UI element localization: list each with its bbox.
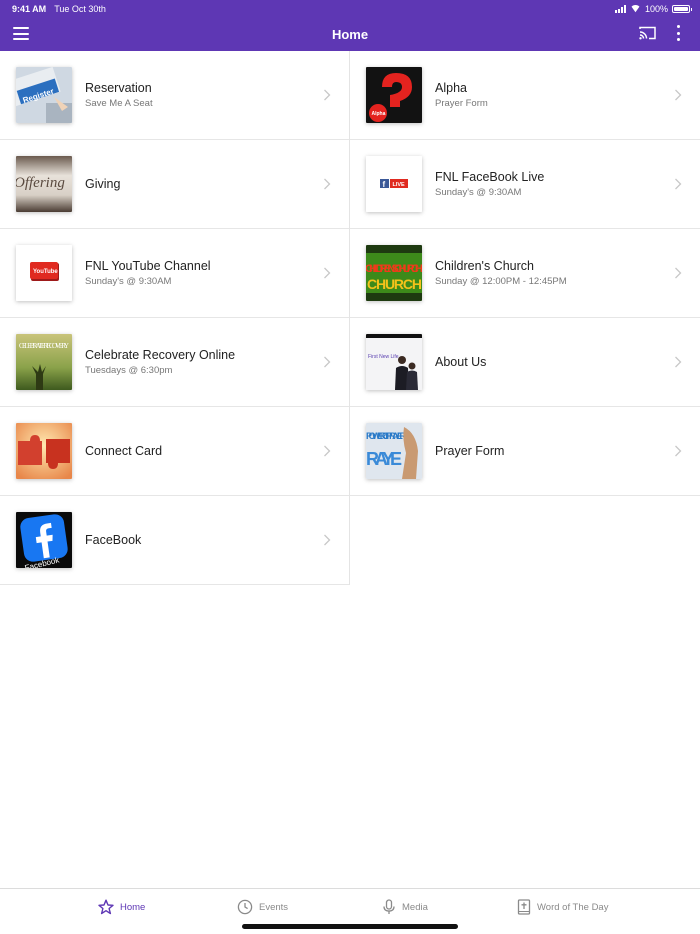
tab-word-of-the-day-label: Word of The Day bbox=[537, 901, 609, 913]
item-title: Prayer Form bbox=[435, 443, 505, 458]
svg-text:f: f bbox=[383, 180, 386, 189]
status-bar: 9:41 AM Tue Oct 30th 100% bbox=[0, 0, 700, 17]
chevron-right-icon bbox=[324, 89, 331, 101]
item-title: About Us bbox=[435, 354, 487, 369]
microphone-icon bbox=[383, 899, 395, 914]
app-bar: Home bbox=[0, 17, 700, 51]
list-item-childrens-church[interactable]: CHILDRENS CHURCH CHURCH Children's Churc… bbox=[350, 229, 700, 318]
celebrate-recovery-thumbnail: CELEBRATE RECOVERY bbox=[16, 334, 72, 390]
item-subtitle: Save Me A Seat bbox=[85, 97, 153, 109]
item-title: Connect Card bbox=[85, 443, 163, 458]
cellular-signal-icon bbox=[614, 4, 626, 13]
list-item-youtube-channel[interactable]: YouTube FNL YouTube Channel Sunday's @ 9… bbox=[0, 229, 349, 318]
item-title: FNL YouTube Channel bbox=[85, 258, 211, 273]
chevron-right-icon bbox=[675, 267, 682, 279]
wifi-icon bbox=[630, 5, 641, 13]
about-us-thumbnail: First New Life bbox=[366, 334, 422, 390]
alpha-thumb-text: Alpha bbox=[372, 111, 386, 117]
battery-percent: 100% bbox=[644, 3, 668, 14]
chevron-right-icon bbox=[675, 178, 682, 190]
status-date: Tue Oct 30th bbox=[54, 3, 106, 14]
right-column: Alpha Alpha Prayer Form f LIVE FNL FaceB… bbox=[350, 51, 700, 496]
list-item-celebrate-recovery[interactable]: CELEBRATE RECOVERY Celebrate Recovery On… bbox=[0, 318, 349, 407]
reservation-thumbnail: Register bbox=[16, 67, 72, 123]
svg-text:CHURCH: CHURCH bbox=[367, 276, 422, 292]
youtube-thumbnail: YouTube bbox=[16, 245, 72, 301]
list-item-facebook[interactable]: Facebook FaceBook bbox=[0, 496, 349, 585]
clock-icon bbox=[237, 899, 253, 915]
cast-icon[interactable] bbox=[639, 26, 656, 40]
about-us-thumb-text: First New Life bbox=[368, 354, 399, 360]
chevron-right-icon bbox=[324, 445, 331, 457]
alpha-thumbnail: Alpha bbox=[366, 67, 422, 123]
connect-card-thumbnail bbox=[16, 423, 72, 479]
childrens-church-thumbnail: CHILDRENS CHURCH CHURCH bbox=[366, 245, 422, 301]
item-title: Children's Church bbox=[435, 258, 534, 273]
chevron-right-icon bbox=[675, 89, 682, 101]
giving-thumb-text: Offering bbox=[16, 175, 65, 191]
item-subtitle: Sunday's @ 9:30AM bbox=[85, 275, 172, 287]
facebook-live-thumb-text: LIVE bbox=[393, 182, 406, 188]
prayer-form-thumbnail: POWER OF PRAYER RAYE bbox=[366, 423, 422, 479]
list-item-facebook-live[interactable]: f LIVE FNL FaceBook Live Sunday's @ 9:30… bbox=[350, 140, 700, 229]
chevron-right-icon bbox=[324, 178, 331, 190]
childrens-church-thumb-text: CHILDRENS CHURCH bbox=[366, 263, 422, 275]
chevron-right-icon bbox=[324, 356, 331, 368]
hamburger-menu-icon[interactable] bbox=[13, 27, 29, 40]
home-indicator bbox=[242, 924, 458, 929]
celebrate-recovery-thumb-text: CELEBRATE RECOVERY bbox=[19, 342, 69, 350]
item-title: Reservation bbox=[85, 80, 152, 95]
left-column: Register Reservation Save Me A Seat Offe… bbox=[0, 51, 350, 585]
tab-media[interactable]: Media bbox=[382, 899, 428, 915]
list-item-about-us[interactable]: First New Life About Us bbox=[350, 318, 700, 407]
tab-home[interactable]: Home bbox=[98, 899, 145, 915]
star-icon bbox=[98, 899, 114, 915]
item-title: Celebrate Recovery Online bbox=[85, 347, 236, 362]
tab-events-label: Events bbox=[259, 901, 289, 913]
tab-home-label: Home bbox=[120, 901, 146, 913]
item-title: Alpha bbox=[435, 80, 467, 95]
list-item-reservation[interactable]: Register Reservation Save Me A Seat bbox=[0, 51, 349, 140]
prayer-form-thumb-text: POWER OF PRAYER bbox=[366, 431, 407, 441]
tab-media-label: Media bbox=[402, 901, 428, 913]
item-title: FaceBook bbox=[85, 532, 142, 547]
chevron-right-icon bbox=[675, 356, 682, 368]
bible-icon bbox=[517, 899, 531, 915]
list-item-giving[interactable]: Offering Giving bbox=[0, 140, 349, 229]
status-time: 9:41 AM bbox=[12, 3, 47, 14]
more-options-icon[interactable] bbox=[674, 25, 682, 41]
chevron-right-icon bbox=[324, 267, 331, 279]
status-left: 9:41 AM Tue Oct 30th bbox=[12, 4, 106, 14]
item-title: Giving bbox=[85, 176, 121, 191]
chevron-right-icon bbox=[675, 445, 682, 457]
status-right: 100% bbox=[614, 3, 692, 14]
item-subtitle: Sunday's @ 9:30AM bbox=[435, 186, 522, 198]
list-item-connect-card[interactable]: Connect Card bbox=[0, 407, 349, 496]
svg-text:RAYE: RAYE bbox=[366, 449, 402, 469]
item-title: FNL FaceBook Live bbox=[435, 169, 545, 184]
battery-icon bbox=[672, 4, 692, 13]
list-item-alpha[interactable]: Alpha Alpha Prayer Form bbox=[350, 51, 700, 140]
facebook-thumbnail: Facebook bbox=[16, 512, 72, 568]
item-subtitle: Prayer Form bbox=[435, 97, 488, 109]
tab-events[interactable]: Events bbox=[237, 899, 288, 915]
youtube-thumb-text: YouTube bbox=[33, 269, 58, 275]
giving-thumbnail: Offering bbox=[16, 156, 72, 212]
page-title: Home bbox=[331, 26, 369, 42]
list-item-prayer-form[interactable]: POWER OF PRAYER RAYE Prayer Form bbox=[350, 407, 700, 496]
item-subtitle: Tuesdays @ 6:30pm bbox=[85, 364, 173, 376]
tab-word-of-the-day[interactable]: Word of The Day bbox=[517, 899, 608, 915]
chevron-right-icon bbox=[324, 534, 331, 546]
item-subtitle: Sunday @ 12:00PM - 12:45PM bbox=[435, 275, 567, 287]
facebook-live-thumbnail: f LIVE bbox=[366, 156, 422, 212]
